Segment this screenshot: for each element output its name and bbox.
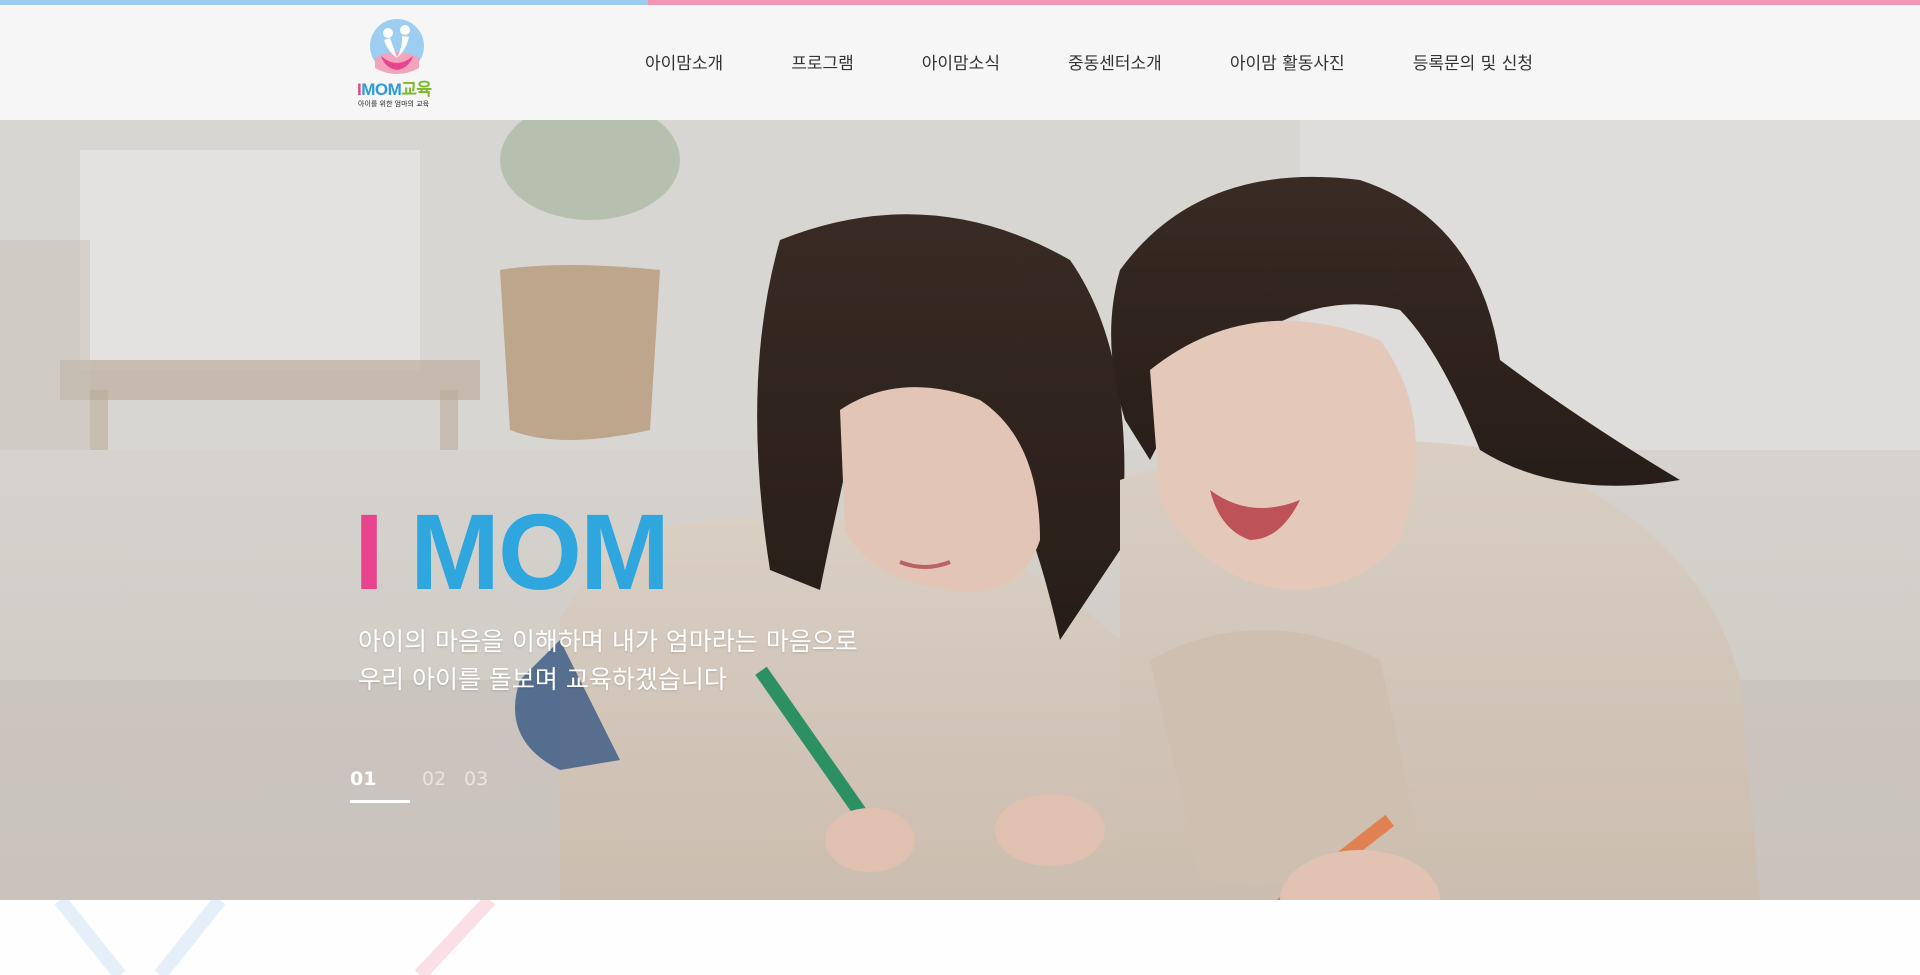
logo-edu: 교육 bbox=[401, 80, 432, 99]
hero-title: I MOM bbox=[354, 497, 670, 607]
hero-slider: I MOM 아이의 마음을 이해하며 내가 엄마라는 마음으로 우리 아이를 돌… bbox=[0, 120, 1920, 900]
hero-subtitle-line1: 아이의 마음을 이해하며 내가 엄마라는 마음으로 bbox=[358, 627, 858, 656]
hero-title-mom: MOM bbox=[410, 491, 670, 612]
slide-tab-01[interactable]: 01 bbox=[350, 768, 376, 790]
hero-subtitle-line2: 우리 아이를 돌보며 교육하겠습니다 bbox=[358, 665, 727, 694]
logo-tagline: 아이를 위한 엄마의 교육 bbox=[358, 100, 430, 108]
nav-item-photos[interactable]: 아이맘 활동사진 bbox=[1230, 49, 1345, 79]
hero-title-i: I bbox=[354, 491, 384, 612]
main-nav: 아이맘소개 프로그램 아이맘소식 중동센터소개 아이맘 활동사진 등록문의 및 … bbox=[645, 49, 1533, 79]
mother-daughter-drawing-photo bbox=[0, 120, 1920, 900]
decorative-lines bbox=[0, 900, 1920, 975]
logo-mom: MOM bbox=[361, 80, 402, 99]
slide-progress-bar bbox=[350, 800, 410, 803]
nav-item-program[interactable]: 프로그램 bbox=[791, 49, 854, 79]
logo-mother-child-icon bbox=[370, 19, 424, 74]
bottom-decoration bbox=[0, 900, 1920, 975]
site-logo[interactable]: IMOM교육 아이를 위한 엄마의 교육 bbox=[357, 18, 441, 113]
nav-item-center[interactable]: 중동센터소개 bbox=[1068, 49, 1162, 79]
hero-subtitle: 아이의 마음을 이해하며 내가 엄마라는 마음으로 우리 아이를 돌보며 교육하… bbox=[358, 623, 858, 699]
nav-item-news[interactable]: 아이맘소식 bbox=[922, 49, 1000, 79]
site-header: IMOM교육 아이를 위한 엄마의 교육 아이맘소개 프로그램 아이맘소식 중동… bbox=[0, 5, 1920, 120]
slide-tab-02[interactable]: 02 bbox=[422, 768, 446, 790]
logo-wordmark: IMOM교육 bbox=[357, 75, 432, 100]
nav-item-about[interactable]: 아이맘소개 bbox=[645, 49, 723, 79]
slide-tab-03[interactable]: 03 bbox=[464, 768, 488, 790]
nav-item-register[interactable]: 등록문의 및 신청 bbox=[1413, 49, 1533, 79]
